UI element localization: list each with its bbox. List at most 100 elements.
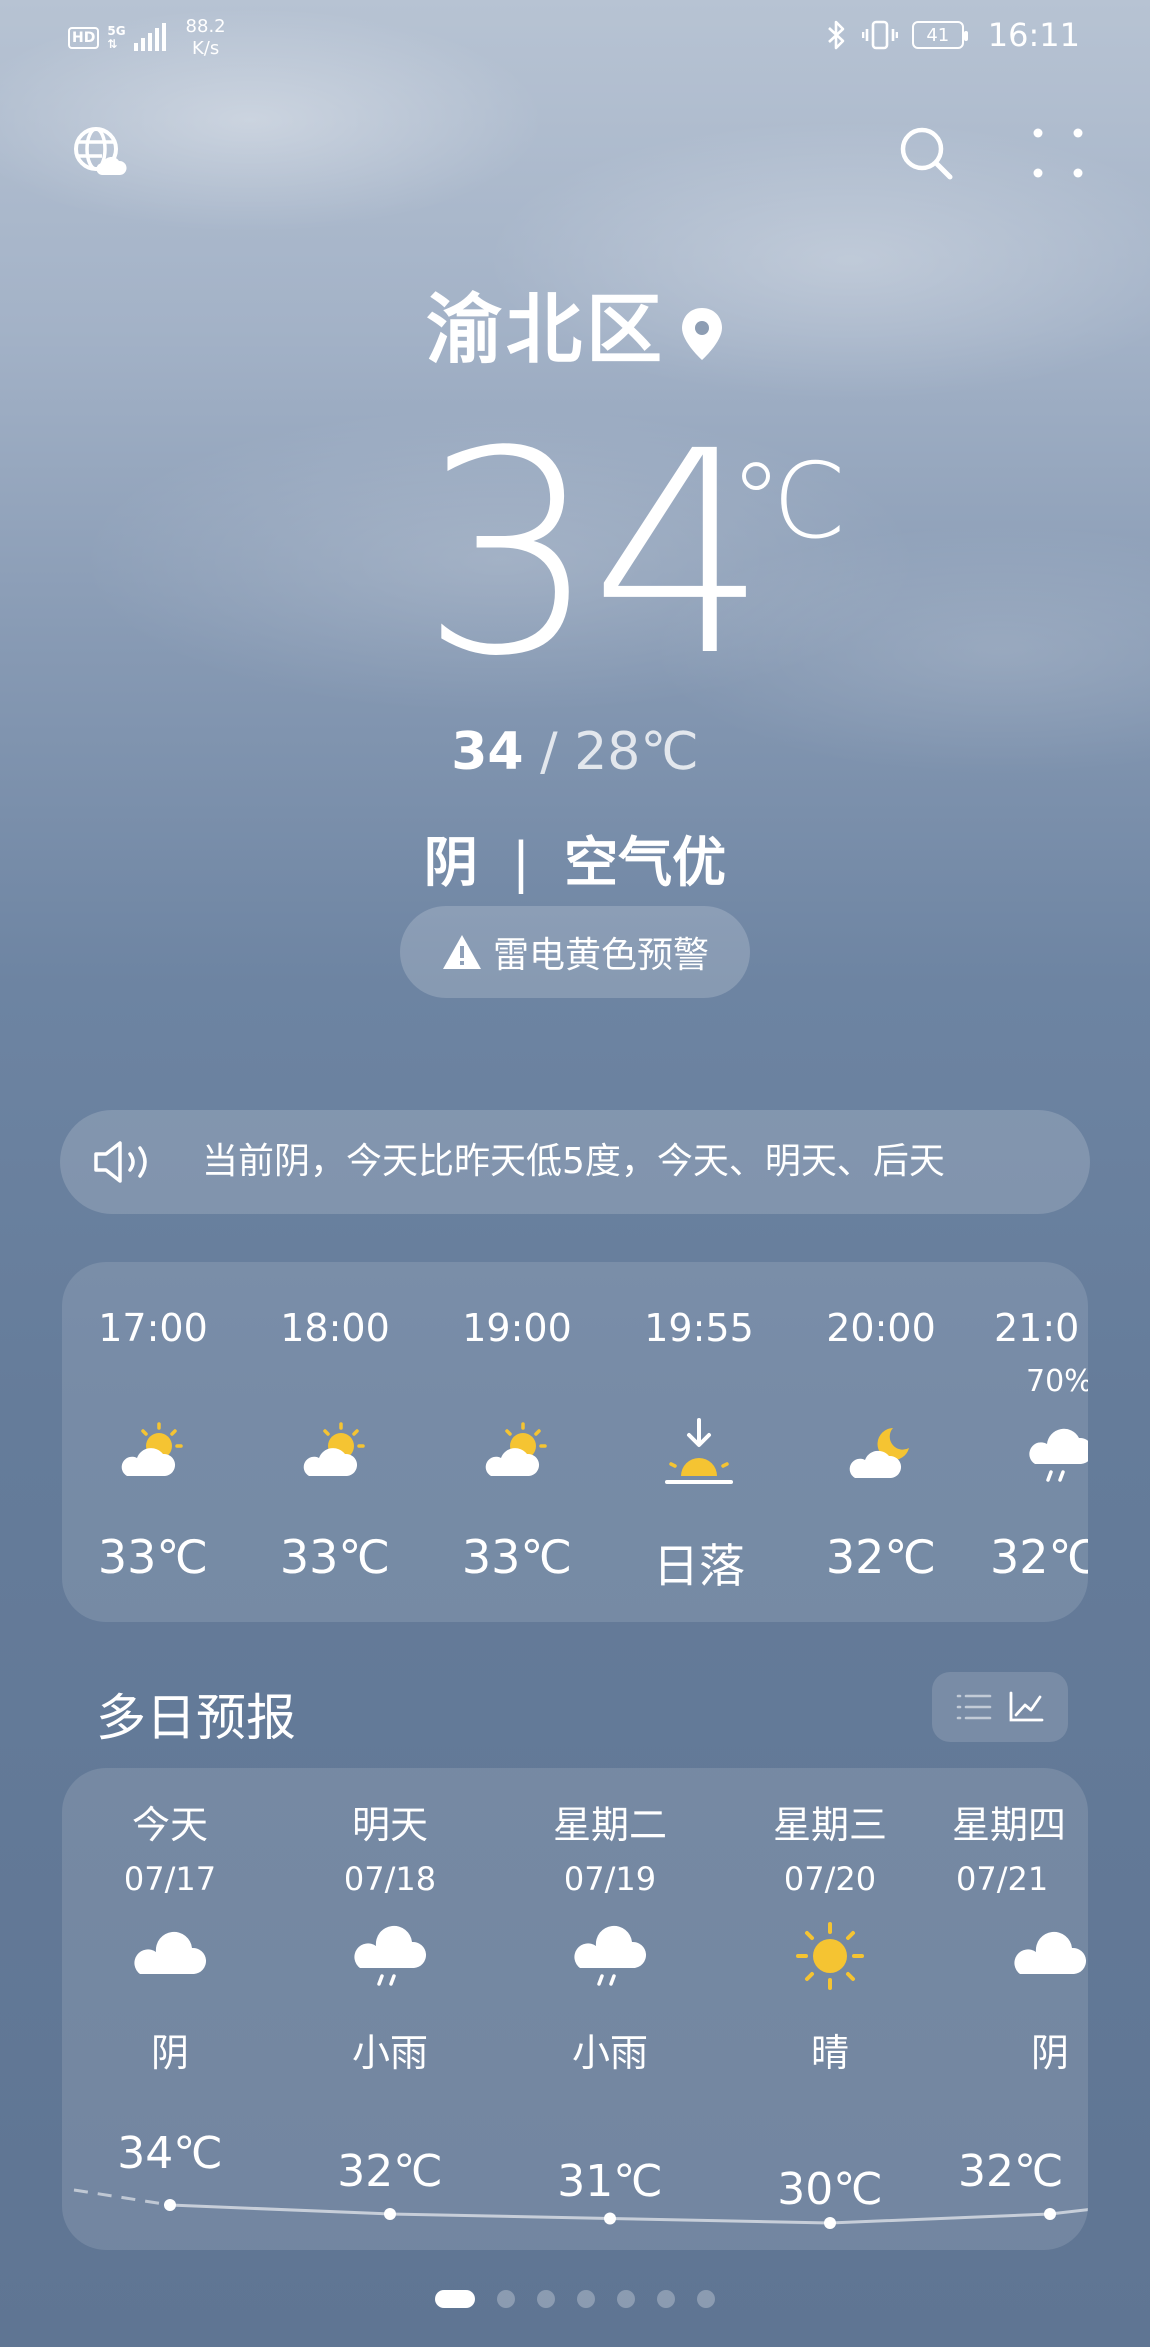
- condition-line: 阴 | 空气优: [0, 818, 1150, 897]
- alert-label: 雷电黄色预警: [492, 935, 709, 976]
- temp-separator: /: [523, 722, 575, 782]
- partly-sunny-icon: [477, 1414, 557, 1494]
- search-button[interactable]: [898, 125, 954, 181]
- page-dot[interactable]: [577, 2290, 595, 2308]
- hour-item: 19:00 33℃: [426, 1262, 608, 1622]
- day-condition: 小雨: [351, 2031, 428, 2075]
- vibrate-icon: [861, 20, 898, 50]
- hour-time: 19:55: [644, 1306, 754, 1350]
- city-manage-button[interactable]: [72, 125, 128, 181]
- day-high-temp: 32℃: [958, 2146, 1064, 2197]
- high-low-temp: 34 / 28℃: [0, 722, 1150, 782]
- globe-cloud-icon: [74, 127, 127, 175]
- hour-temp: 33℃: [279, 1530, 391, 1584]
- rain-icon: [1023, 1414, 1088, 1494]
- view-toggle[interactable]: [932, 1672, 1068, 1742]
- light-rain-icon: [350, 1916, 430, 1996]
- low-temp: 28℃: [574, 722, 699, 782]
- bluetooth-icon: [827, 20, 845, 50]
- day-item: 星期二 07/19 小雨 31℃: [510, 1768, 710, 2250]
- overcast-icon: [1010, 1916, 1088, 1996]
- day-condition: 晴: [810, 2031, 849, 2075]
- partly-sunny-icon: [295, 1414, 375, 1494]
- hour-item: 18:00 33℃: [244, 1262, 426, 1622]
- day-label: 星期三: [772, 1803, 887, 1847]
- day-label: 星期四: [952, 1803, 1067, 1847]
- page-indicator[interactable]: [0, 2290, 1150, 2308]
- multi-day-title: 多日预报: [96, 1689, 296, 1747]
- day-label: 明天: [351, 1803, 428, 1847]
- day-high-temp: 32℃: [337, 2146, 443, 2197]
- hour-time: 20:00: [826, 1306, 936, 1350]
- page-dot[interactable]: [617, 2290, 635, 2308]
- search-icon: [900, 127, 953, 180]
- city-name[interactable]: 渝北区: [0, 268, 1150, 380]
- speaker-icon: [94, 1141, 147, 1183]
- hour-item: 20:00 32℃: [790, 1262, 972, 1622]
- signal-icon: [133, 23, 166, 51]
- temp-value: 34: [420, 392, 768, 718]
- current-temperature: 34 ℃: [0, 410, 1150, 700]
- dots-grid-icon: [1033, 128, 1083, 178]
- overcast-icon: [130, 1916, 210, 1996]
- chart-view-icon[interactable]: [1008, 1691, 1044, 1723]
- day-date: 07/17: [123, 1860, 217, 1898]
- cloudy-night-icon: [841, 1414, 921, 1494]
- broadcast-text: 当前阴，今天比昨天低5度，今天、明天、后天: [202, 1141, 945, 1182]
- battery-icon: 41: [911, 21, 968, 49]
- hour-temp: 33℃: [461, 1530, 573, 1584]
- hour-temp: 32℃: [825, 1530, 937, 1584]
- hourly-forecast[interactable]: 17:00 33℃ 18:00 33℃ 19:00 33℃ 19:55 日落 2…: [62, 1262, 1088, 1622]
- day-date: 07/19: [563, 1860, 657, 1898]
- page-dot[interactable]: [657, 2290, 675, 2308]
- day-condition: 阴: [1030, 2031, 1069, 2075]
- multi-day-forecast[interactable]: 今天 07/17 阴 34℃ 明天 07/18 小雨 32℃ 星期二 07/19…: [62, 1768, 1088, 2250]
- day-high-temp: 30℃: [777, 2164, 883, 2215]
- page-dot[interactable]: [537, 2290, 555, 2308]
- air-quality[interactable]: 空气优: [564, 831, 726, 894]
- more-menu-button[interactable]: [1030, 125, 1086, 181]
- temp-unit: ℃: [730, 440, 847, 562]
- day-date: 07/18: [343, 1860, 437, 1898]
- day-label: 星期二: [552, 1803, 667, 1847]
- sunset-label: 日落: [653, 1539, 745, 1593]
- condition-text: 阴: [423, 831, 478, 894]
- hour-time: 18:00: [280, 1306, 390, 1350]
- hour-time: 21:0: [994, 1306, 1080, 1350]
- sunset-icon: [659, 1414, 739, 1494]
- day-condition: 小雨: [571, 2031, 648, 2075]
- hour-temp: 32℃: [990, 1530, 1088, 1584]
- list-view-icon[interactable]: [956, 1692, 992, 1722]
- day-item: 今天 07/17 阴 34℃: [70, 1768, 270, 2250]
- city-label: 渝北区: [426, 285, 666, 374]
- hour-item: 17:00 33℃: [62, 1262, 244, 1622]
- partly-sunny-icon: [113, 1414, 193, 1494]
- day-date: 07/20: [783, 1860, 877, 1898]
- hour-item: 19:55 日落: [608, 1262, 790, 1622]
- day-condition: 阴: [150, 2031, 189, 2075]
- day-item: 星期四 07/21 阴 32℃: [950, 1768, 1088, 2250]
- page-dot[interactable]: [435, 2290, 475, 2308]
- page-dot[interactable]: [497, 2290, 515, 2308]
- hour-temp: 33℃: [97, 1530, 209, 1584]
- warning-icon: [442, 935, 481, 969]
- high-temp: 34: [451, 722, 524, 782]
- precip-chance: 70%: [1026, 1364, 1088, 1399]
- voice-broadcast-bar[interactable]: 当前阴，今天比昨天低5度，今天、明天、后天: [60, 1110, 1090, 1214]
- day-high-temp: 34℃: [117, 2128, 223, 2179]
- hd-indicator: HD: [68, 27, 100, 49]
- clock: 16:11: [987, 16, 1080, 54]
- network-speed: 88.2 K/s: [185, 16, 226, 59]
- condition-divider: |: [511, 831, 531, 894]
- day-item: 星期三 07/20 晴 30℃: [730, 1768, 930, 2250]
- day-item: 明天 07/18 小雨 32℃: [290, 1768, 490, 2250]
- status-bar: HD 5G ⇅ 88.2 K/s 41 16:11: [0, 10, 1150, 66]
- page-dot[interactable]: [697, 2290, 715, 2308]
- network-type: 5G ⇅: [107, 24, 126, 51]
- location-pin-icon: [680, 291, 724, 380]
- day-label: 今天: [131, 1803, 208, 1847]
- day-date: 07/21: [956, 1860, 1049, 1898]
- hour-time: 19:00: [462, 1306, 572, 1350]
- hour-time: 17:00: [98, 1306, 208, 1350]
- weather-alert-badge[interactable]: 雷电黄色预警: [400, 906, 750, 998]
